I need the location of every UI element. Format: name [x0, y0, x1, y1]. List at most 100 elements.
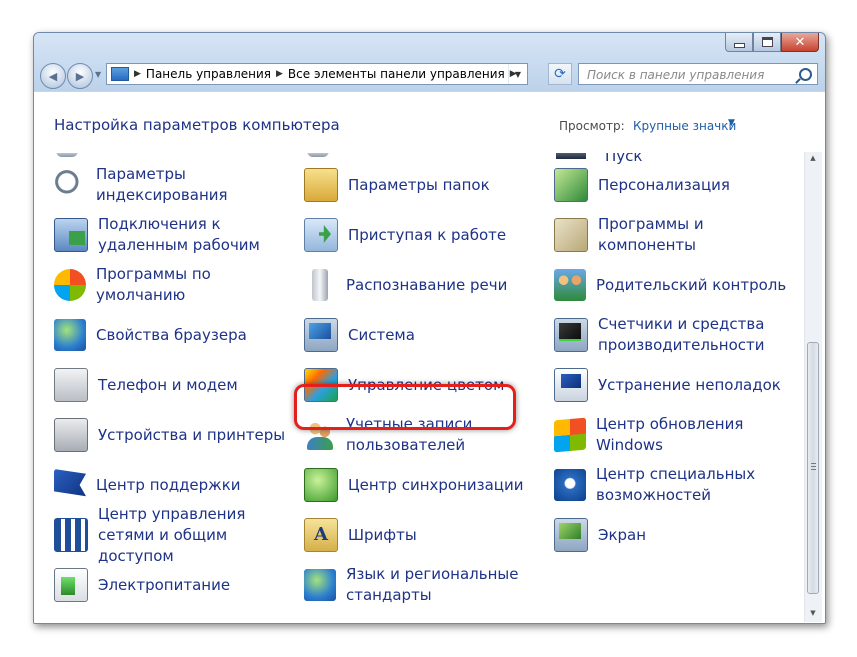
item-label: Родительский контроль [596, 275, 787, 294]
item-label: Устройства и принтеры [98, 425, 286, 444]
item-label: Система [348, 325, 415, 344]
breadcrumb-separator-icon[interactable]: ▶ [276, 69, 283, 79]
remote-desktop-icon [54, 218, 88, 252]
item-fonts[interactable]: Шрифты [304, 512, 539, 558]
close-icon: ✕ [794, 34, 806, 50]
breadcrumb-control-panel[interactable]: Панель управления [146, 67, 271, 81]
item-internet-options[interactable]: Свойства браузера [54, 312, 289, 358]
breadcrumb-separator-icon[interactable]: ▶ [134, 69, 141, 79]
item-label: Устранение неполадок [598, 375, 781, 394]
grip-line [811, 469, 816, 470]
system-icon [304, 318, 338, 352]
display-icon [554, 518, 588, 552]
breadcrumb-all-items[interactable]: Все элементы панели управления [288, 67, 505, 81]
item-label: Центр поддержки [96, 475, 241, 494]
maximize-button[interactable] [753, 33, 781, 52]
search-icon[interactable] [799, 68, 812, 81]
item-region-language[interactable]: Язык и региональные стандарты [304, 562, 539, 608]
item-windows-update[interactable]: Центр обновления Windows [554, 412, 789, 458]
close-button[interactable]: ✕ [781, 33, 819, 52]
printer-icon [54, 418, 88, 452]
item-parental-controls[interactable]: Родительский контроль [554, 262, 789, 308]
grip-line [811, 463, 816, 464]
item-indexing-options[interactable]: Параметры индексирования [54, 162, 289, 208]
item-default-programs[interactable]: Программы по умолчанию [54, 262, 289, 308]
scroll-up-arrow-icon[interactable]: ▲ [808, 154, 818, 162]
item-label: Распознавание речи [346, 275, 508, 294]
recent-pages-dropdown[interactable]: ▼ [95, 70, 101, 79]
default-programs-icon [54, 269, 86, 301]
chevron-down-icon[interactable]: ▼ [728, 118, 735, 128]
vertical-scrollbar[interactable]: ▲ ▼ [804, 152, 822, 622]
windows-update-icon [554, 417, 586, 453]
grip-line [811, 466, 816, 467]
refresh-button[interactable]: ⟳ [548, 63, 572, 85]
item-label: Язык и региональные стандарты [346, 565, 519, 604]
control-panel-window: ✕ ◀ ▶ ▼ ▶ Панель управления ▶ Все элемен… [33, 32, 826, 624]
address-dropdown-button[interactable]: ▼ [508, 64, 527, 84]
item-label: Центр синхронизации [348, 475, 524, 494]
action-center-flag-icon [54, 469, 86, 497]
window-chrome: ✕ ◀ ▶ ▼ ▶ Панель управления ▶ Все элемен… [34, 33, 825, 91]
item-ease-of-access[interactable]: Центр специальных возможностей [554, 462, 789, 508]
getting-started-icon [304, 218, 338, 252]
item-system[interactable]: Система [304, 312, 539, 358]
maximize-icon [761, 37, 773, 47]
address-bar[interactable]: ▶ Панель управления ▶ Все элементы панел… [106, 63, 528, 85]
item-speech-recognition[interactable]: Распознавание речи [304, 262, 539, 308]
item-label: Подключения к удаленным рабочим [98, 215, 260, 254]
item-label: Параметры индексирования [96, 165, 228, 204]
microphone-icon [312, 269, 328, 301]
partial-item-icon[interactable] [56, 153, 78, 157]
personalization-icon [554, 168, 588, 202]
search-box[interactable] [578, 63, 818, 85]
control-panel-icon [111, 67, 129, 81]
parental-controls-icon [554, 269, 586, 301]
chevron-down-icon: ▼ [514, 69, 522, 79]
folder-options-icon [304, 168, 338, 202]
start-menu-icon[interactable] [556, 153, 586, 159]
forward-arrow-icon: ▶ [75, 69, 85, 83]
page-title: Настройка параметров компьютера [54, 116, 340, 134]
item-remote-desktop[interactable]: Подключения к удаленным рабочим [54, 212, 289, 258]
troubleshooting-icon [554, 368, 588, 402]
view-by-label: Просмотр: [559, 119, 625, 133]
item-label: Персонализация [598, 175, 730, 194]
item-label: Центр специальных возможностей [596, 465, 756, 504]
item-display[interactable]: Экран [554, 512, 789, 558]
item-label: Экран [598, 525, 647, 544]
back-button[interactable]: ◀ [40, 63, 66, 89]
item-devices-printers[interactable]: Устройства и принтеры [54, 412, 289, 458]
scrollbar-thumb[interactable] [807, 342, 819, 594]
item-performance[interactable]: Счетчики и средства производительности [554, 312, 789, 358]
scroll-down-arrow-icon[interactable]: ▼ [808, 609, 818, 617]
fonts-icon [304, 518, 338, 552]
minimize-button[interactable] [725, 33, 753, 52]
item-action-center[interactable]: Центр поддержки [54, 462, 289, 508]
item-label: Программы по умолчанию [96, 265, 211, 304]
item-programs-features[interactable]: Программы и компоненты [554, 212, 789, 258]
system-highlight-frame [294, 384, 516, 430]
item-label: Центр обновления Windows [596, 415, 744, 454]
item-getting-started[interactable]: Приступая к работе [304, 212, 539, 258]
item-folder-options[interactable]: Параметры папок [304, 162, 539, 208]
partial-item-icon[interactable] [307, 153, 329, 157]
minimize-icon [733, 42, 745, 48]
item-network-center[interactable]: Центр управления сетями и общим доступом [54, 505, 289, 565]
refresh-icon: ⟳ [554, 66, 566, 82]
performance-icon [554, 318, 588, 352]
content-pane: Настройка параметров компьютера Просмотр… [34, 91, 825, 623]
item-phone-modem[interactable]: Телефон и модем [54, 362, 289, 408]
control-panel-items: Пуск Параметры индексирования Параметры … [34, 153, 804, 623]
view-by-dropdown[interactable]: Крупные значки [633, 119, 736, 133]
forward-button[interactable]: ▶ [67, 63, 93, 89]
item-troubleshooting[interactable]: Устранение неполадок [554, 362, 789, 408]
phone-modem-icon [54, 368, 88, 402]
item-sync-center[interactable]: Центр синхронизации [304, 462, 539, 508]
item-power-options[interactable]: Электропитание [54, 562, 289, 608]
item-personalization[interactable]: Персонализация [554, 162, 789, 208]
programs-features-icon [554, 218, 588, 252]
item-label: Электропитание [98, 575, 231, 594]
search-input[interactable] [585, 65, 799, 85]
item-label: Параметры папок [348, 175, 490, 194]
